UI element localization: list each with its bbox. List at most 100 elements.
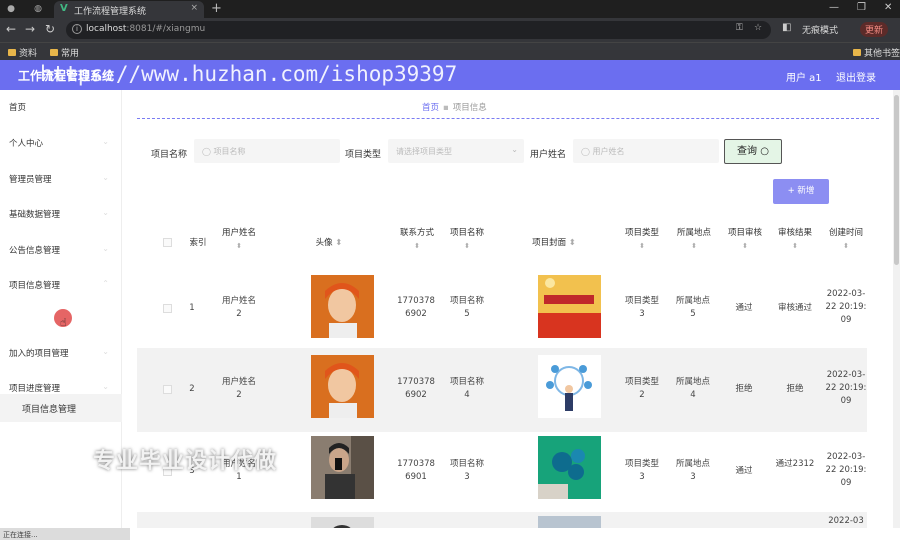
- bookmark-folder[interactable]: 常用: [50, 46, 79, 59]
- key-icon[interactable]: ⚿: [736, 23, 743, 33]
- sort-icon: ⬍: [414, 242, 420, 250]
- cover-image[interactable]: [538, 355, 601, 418]
- cell-audit: 通过: [735, 466, 753, 476]
- update-button[interactable]: 更新: [860, 22, 889, 37]
- cell-place: 所属地点 3: [675, 459, 710, 482]
- scrollbar-thumb[interactable]: [894, 95, 899, 265]
- sidebar-item-notice[interactable]: 公告信息管理 ⌄: [9, 244, 119, 260]
- sort-icon: ⬍: [335, 238, 343, 248]
- sidebar-item-basedata[interactable]: 基础数据管理 ⌄: [9, 208, 119, 224]
- back-icon[interactable]: ←: [6, 22, 16, 36]
- bookmarks-bar: 资料 常用 其他书签: [0, 42, 900, 60]
- restore-icon[interactable]: ❐: [857, 2, 866, 13]
- folder-icon: [853, 49, 861, 56]
- chevron-down-icon: ⌄: [511, 145, 518, 154]
- cell-result: 通过2312: [775, 459, 815, 469]
- user-name-input[interactable]: ◯ 用户姓名: [573, 139, 719, 163]
- cell-audit: 通过: [735, 303, 753, 313]
- avatar-image[interactable]: [311, 517, 374, 528]
- add-button[interactable]: + 新增: [773, 179, 829, 204]
- col-header-cover[interactable]: 项目封面 ⬍: [526, 237, 582, 250]
- folder-icon: [8, 49, 16, 56]
- col-header-result[interactable]: 审核结果 ⬍: [774, 227, 816, 253]
- cell-audit: 拒绝: [735, 384, 753, 394]
- new-tab-icon[interactable]: +: [211, 1, 222, 16]
- sort-icon: ⬍: [792, 242, 798, 250]
- cell-project: 项目名称 5: [449, 296, 484, 319]
- chevron-down-icon: ⌄: [102, 244, 109, 253]
- sidebar-item-joined[interactable]: 加入的项目管理 ⌄: [9, 347, 119, 363]
- sidebar-subitem-project-manage[interactable]: 项目信息管理: [0, 394, 122, 422]
- folder-icon: [50, 49, 58, 56]
- row-checkbox[interactable]: [163, 385, 172, 394]
- star-icon[interactable]: ☆: [754, 23, 762, 33]
- user-name-label: 用户姓名: [530, 150, 567, 160]
- other-bookmarks[interactable]: 其他书签: [853, 46, 900, 59]
- sidebar-item-home[interactable]: 首页: [9, 101, 119, 117]
- sidebar-item-project[interactable]: 项目信息管理 ⌃: [9, 279, 119, 295]
- sort-icon: ⬍: [464, 242, 470, 250]
- cell-phone: 17703786902: [397, 296, 435, 319]
- query-button[interactable]: 查询 ○: [724, 139, 782, 164]
- col-header-user[interactable]: 用户姓名 ⬍: [219, 227, 259, 253]
- col-header-time[interactable]: 创建时间 ⬍: [825, 227, 867, 253]
- cell-type: 项目类型 3: [624, 296, 659, 319]
- cell-type: 项目类型 2: [624, 377, 659, 400]
- site-info-icon[interactable]: i: [72, 24, 82, 34]
- col-header-type[interactable]: 项目类型 ⬍: [621, 227, 663, 253]
- project-type-select[interactable]: 请选择项目类型 ⌄: [388, 139, 524, 163]
- col-header-place[interactable]: 所属地点 ⬍: [673, 227, 715, 253]
- close-window-icon[interactable]: ✕: [884, 2, 892, 13]
- forward-icon[interactable]: →: [25, 22, 35, 36]
- cell-project: 项目名称 4: [449, 377, 484, 400]
- avatar-image[interactable]: [311, 355, 374, 418]
- breadcrumb-current: 项目信息: [452, 103, 487, 113]
- cell-phone: 17703786901: [397, 459, 435, 482]
- chevron-down-icon: ⌄: [102, 137, 109, 146]
- breadcrumb-separator-icon: ▪: [443, 103, 449, 113]
- col-header-avatar[interactable]: 头像 ⬍: [309, 237, 349, 250]
- select-all-checkbox[interactable]: [163, 238, 172, 247]
- close-tab-icon[interactable]: ×: [190, 3, 198, 13]
- bookmark-folder[interactable]: 资料: [8, 46, 37, 59]
- browser-tab[interactable]: V 工作流程管理系统 ×: [54, 1, 204, 18]
- scrollbar[interactable]: [893, 90, 900, 528]
- cell-place: 所属地点 5: [675, 296, 710, 319]
- reload-icon[interactable]: ↻: [45, 22, 55, 36]
- row-checkbox[interactable]: [163, 304, 172, 313]
- incognito-label[interactable]: 无痕模式: [802, 23, 838, 36]
- table-row[interactable]: 2 用户姓名 2 17703786902 项目名称 4 项目类型 2 所属地点 …: [137, 348, 867, 432]
- col-header-project[interactable]: 项目名称 ⬍: [446, 227, 488, 253]
- url-input[interactable]: i localhost:8081/#/xiangmu ⚿ ☆: [66, 21, 771, 39]
- minimize-icon[interactable]: —: [829, 2, 839, 13]
- cell-project: 项目名称 3: [449, 459, 484, 482]
- logout-button[interactable]: 退出登录: [836, 69, 876, 84]
- avatar-image[interactable]: [311, 436, 374, 499]
- cell-time: 2022-03-22 20:19:09: [825, 289, 867, 325]
- project-name-input[interactable]: ◯ 项目名称: [194, 139, 340, 163]
- sidebar-panel-icon[interactable]: ◧: [782, 22, 791, 33]
- project-name-label: 项目名称: [151, 150, 188, 160]
- status-bar: 正在连接...: [0, 528, 130, 540]
- cover-image[interactable]: [538, 275, 601, 338]
- address-bar-row: ← → ↻ i localhost:8081/#/xiangmu ⚿ ☆ ◧ 无…: [0, 18, 900, 42]
- sidebar-item-profile[interactable]: 个人中心 ⌄: [9, 137, 119, 153]
- sort-icon: ⬍: [742, 242, 748, 250]
- divider: [137, 118, 879, 119]
- cell-index: 1: [189, 303, 195, 313]
- globe-icon[interactable]: ◍: [32, 3, 44, 15]
- cell-time: 2022-03-22 20:19:09: [825, 452, 867, 488]
- avatar-image[interactable]: [311, 275, 374, 338]
- cell-result: 审核通过: [777, 303, 812, 313]
- github-icon[interactable]: ●: [5, 3, 17, 15]
- cell-result: 拒绝: [786, 384, 804, 394]
- breadcrumb-home[interactable]: 首页: [422, 103, 439, 113]
- table-row[interactable]: 2022-03: [137, 512, 867, 528]
- col-header-audit[interactable]: 项目审核 ⬍: [724, 227, 766, 253]
- table-row[interactable]: 1 用户姓名 2 17703786902 项目名称 5 项目类型 3 所属地点 …: [137, 264, 867, 348]
- sidebar-item-progress[interactable]: 项目进度管理 ⌄: [9, 382, 119, 398]
- sidebar-item-admin[interactable]: 管理员管理 ⌄: [9, 173, 119, 189]
- cover-image[interactable]: [538, 436, 601, 499]
- col-header-phone[interactable]: 联系方式 ⬍: [396, 227, 438, 253]
- cover-image[interactable]: [538, 516, 601, 528]
